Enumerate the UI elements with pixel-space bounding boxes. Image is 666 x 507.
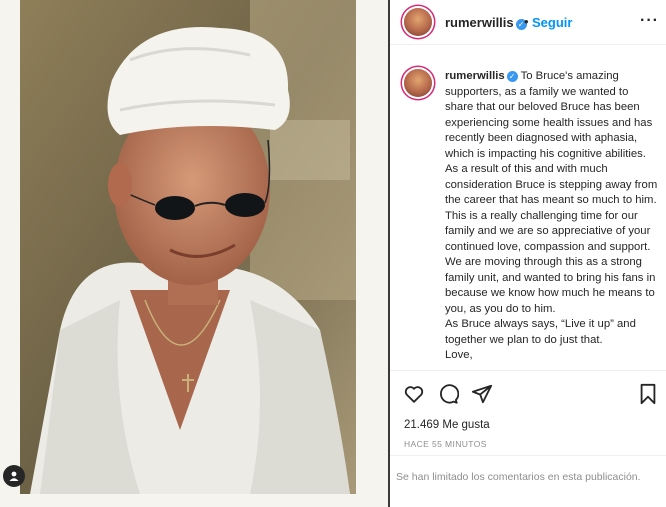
user-tag-icon[interactable]	[3, 465, 25, 487]
caption-paragraph-3: As Bruce always says, “Live it up” and t…	[445, 318, 636, 346]
photo-illustration	[20, 0, 356, 494]
verified-badge-icon: ✓	[506, 71, 518, 82]
bookmark-icon[interactable]	[638, 383, 658, 410]
caption-paragraph-4: Love,	[445, 349, 473, 361]
follow-button[interactable]: Seguir	[532, 15, 572, 30]
header-username[interactable]: rumerwillis ✓	[445, 15, 527, 30]
username-text[interactable]: rumerwillis	[445, 15, 514, 30]
heart-icon[interactable]	[403, 383, 425, 410]
more-options-icon[interactable]: ···	[640, 12, 659, 30]
likes-count[interactable]: 21.469 Me gusta	[404, 419, 490, 431]
avatar[interactable]	[404, 8, 432, 36]
post-side-panel: rumerwillis ✓ • Seguir ··· rumerwillis ✓ T…	[390, 0, 666, 507]
send-icon[interactable]	[471, 383, 493, 410]
post-photo[interactable]	[20, 0, 356, 494]
caption-area: rumerwillis ✓ To Bruce's amazing supporte…	[390, 56, 666, 370]
caption: rumerwillis ✓ To Bruce's amazing supporte…	[445, 69, 658, 364]
caption-paragraph-1: rumerwillis ✓ To Bruce's amazing supporte…	[445, 69, 658, 209]
comment-icon[interactable]	[437, 383, 460, 410]
caption-avatar[interactable]	[404, 69, 432, 97]
caption-text-1: To Bruce's amazing supporters, as a fami…	[445, 70, 658, 206]
post-media-pane	[0, 0, 388, 507]
post-header: rumerwillis ✓ • Seguir ···	[390, 0, 666, 45]
separator-dot: •	[524, 14, 529, 29]
comments-limited-text: Se han limitado los comentarios en esta …	[396, 471, 641, 483]
caption-username[interactable]: rumerwillis	[445, 70, 505, 82]
caption-paragraph-2: This is a really challenging time for ou…	[445, 209, 656, 315]
comments-limited-notice: Se han limitado los comentarios en esta …	[390, 455, 666, 501]
post-timestamp[interactable]: HACE 55 MINUTOS	[404, 439, 487, 449]
